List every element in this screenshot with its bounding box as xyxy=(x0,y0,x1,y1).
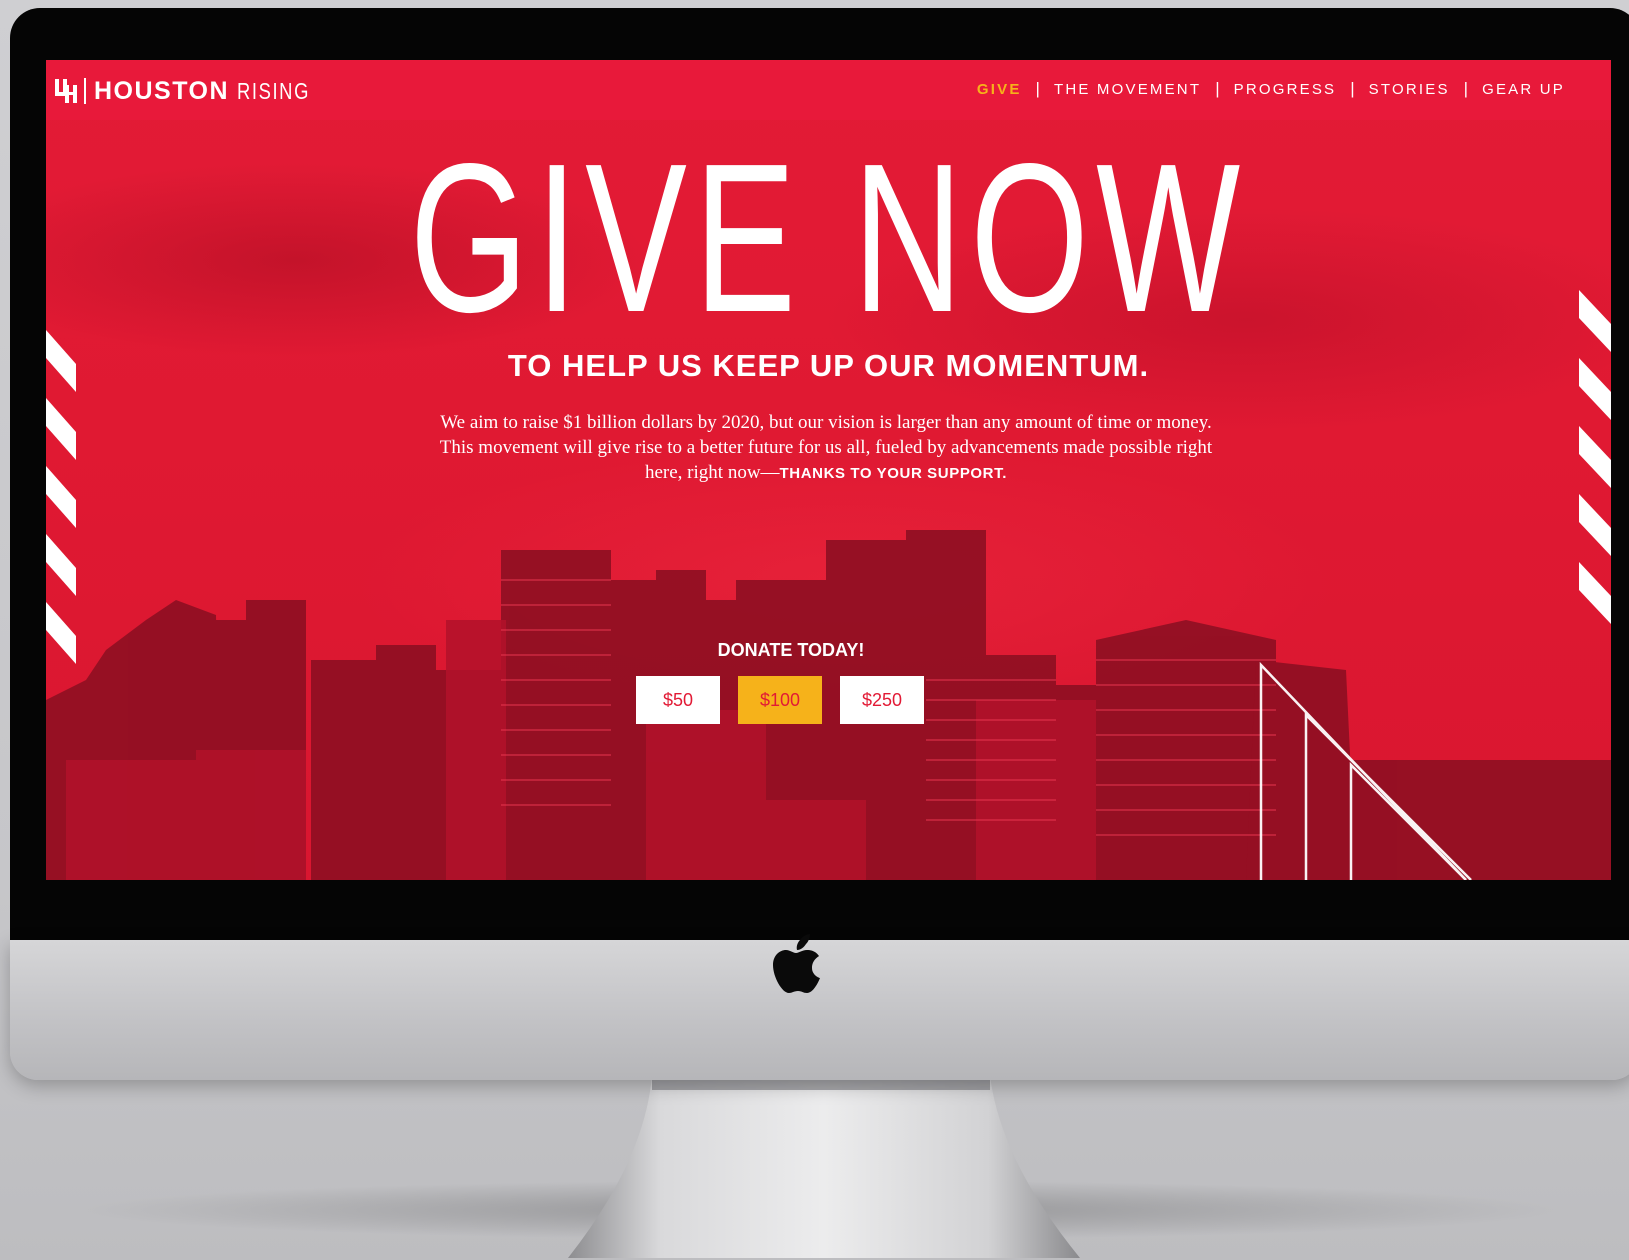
right-stripe-decoration xyxy=(1579,290,1611,624)
donate-label: DONATE TODAY! xyxy=(717,640,865,660)
body-line-3-prefix: here, right now— xyxy=(644,462,780,483)
body-line-3-emphasis: THANKS TO YOUR SUPPORT. xyxy=(779,465,1007,482)
body-line-1: We aim to raise $1 billion dollars by 20… xyxy=(440,412,1212,433)
website-screen: HOUSTON RISING GIVE | THE MOVEMENT | PRO… xyxy=(46,60,1611,880)
body-line-2: This movement will give rise to a better… xyxy=(439,437,1213,458)
body-line-3: here, right now—THANKS TO YOUR SUPPORT. xyxy=(376,460,1276,486)
donate-100-button[interactable]: $100 xyxy=(738,676,822,724)
brand-name-bold: HOUSTON xyxy=(94,76,230,105)
hero-subhead: TO HELP US KEEP UP OUR MOMENTUM. xyxy=(507,348,1150,383)
uh-logo-icon xyxy=(54,77,78,105)
nav-separator: | xyxy=(1350,79,1355,98)
desktop-mockup: HOUSTON RISING GIVE | THE MOVEMENT | PRO… xyxy=(0,0,1629,1260)
nav-separator: | xyxy=(1215,79,1220,98)
nav-item-the-movement[interactable]: THE MOVEMENT xyxy=(1054,81,1201,98)
nav-item-gear-up[interactable]: GEAR UP xyxy=(1482,81,1565,98)
hero-headline: GIVE NOW xyxy=(409,119,1248,356)
logo-divider xyxy=(84,78,86,104)
donate-50-button[interactable]: $50 xyxy=(636,676,720,724)
main-nav: GIVE | THE MOVEMENT | PROGRESS | STORIES… xyxy=(977,79,1565,99)
donate-250-button[interactable]: $250 xyxy=(840,676,924,724)
nav-item-stories[interactable]: STORIES xyxy=(1369,81,1450,98)
nav-item-progress[interactable]: PROGRESS xyxy=(1234,81,1337,98)
nav-separator: | xyxy=(1463,79,1469,98)
donation-amounts: $50 $100 $250 xyxy=(636,676,924,724)
apple-icon xyxy=(773,934,820,993)
brand-logo[interactable]: HOUSTON RISING xyxy=(54,76,328,106)
nav-item-give[interactable]: GIVE xyxy=(977,81,1022,98)
top-navbar: HOUSTON RISING GIVE | THE MOVEMENT | PRO… xyxy=(46,60,1611,120)
brand-name-light: RISING xyxy=(237,77,311,104)
nav-separator: | xyxy=(1035,79,1040,98)
hero-body-copy: We aim to raise $1 billion dollars by 20… xyxy=(376,410,1276,486)
